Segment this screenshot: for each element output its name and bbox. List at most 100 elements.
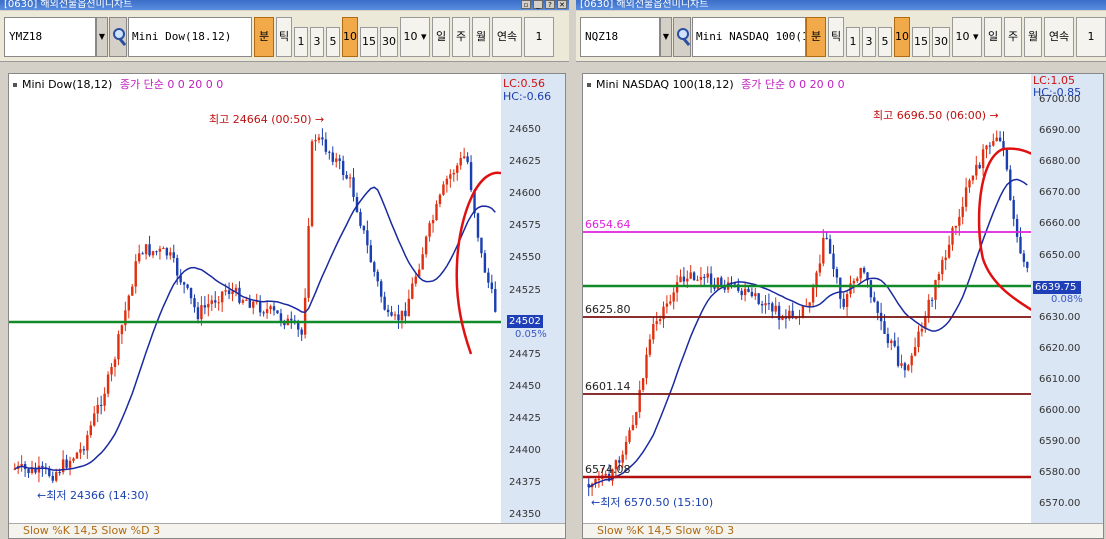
candle-body [944,257,947,261]
interval-button-13[interactable]: 1 [524,17,554,57]
right-price-axis[interactable]: 6700.00 6690.00 6680.00 6670.00 6660.00 6650.… [1031,74,1103,538]
left-indicator-strip[interactable]: Slow %K 14,5 Slow %D 3 [9,523,565,538]
candle-body [981,149,985,169]
interval-button-2[interactable]: 1 [846,27,860,57]
interval-button-10[interactable]: 주 [1004,17,1022,57]
interval-button-11[interactable]: 월 [472,17,490,57]
candle-body [341,160,345,175]
candle-body [290,318,293,321]
candle-body [428,223,431,237]
candle-body [811,287,815,303]
close-icon[interactable]: ✕ [557,0,567,9]
interval-button-1[interactable]: 틱 [828,17,844,57]
interval-button-4[interactable]: 5 [878,27,892,57]
candle-body [743,288,747,296]
candle-body [373,262,376,272]
candle-body [431,220,435,224]
chevron-down-icon[interactable]: ▼ [96,17,108,57]
candle-body [941,260,944,275]
candle-body [348,177,352,179]
right-indicator-strip[interactable]: Slow %K 14,5 Slow %D 3 [583,523,1103,538]
right-chart-area[interactable]: Mini NASDAQ 100(18,12) 종가 단순 0 0 20 0 0 … [582,73,1104,539]
candle-body [628,430,631,442]
axis-tick-label: 6620.00 [1039,342,1081,354]
candle-body [954,225,958,228]
candle-body [951,227,954,245]
help-icon[interactable]: ? [545,0,555,9]
interval-button-8[interactable]: 10 ▾ [400,17,430,57]
candle-body [631,424,635,431]
candle-body [117,334,120,360]
candle-body [252,301,255,308]
interval-button-9[interactable]: 일 [984,17,1002,57]
candle-body [328,151,331,153]
axis-tick-label: 24600 [509,188,541,200]
interval-button-5[interactable]: 10 [342,17,358,57]
interval-button-13[interactable]: 1 [1076,17,1106,57]
search-icon[interactable] [673,17,691,57]
interval-button-11[interactable]: 월 [1024,17,1042,57]
interval-button-7[interactable]: 30 [380,27,398,57]
interval-button-1[interactable]: 틱 [276,17,292,57]
interval-button-8[interactable]: 10 ▾ [952,17,982,57]
candle-body [148,244,151,256]
candle-body [248,299,252,308]
candle-body [279,313,283,321]
candle-body [747,288,750,292]
candle-body [103,393,106,406]
interval-button-6[interactable]: 15 [360,27,378,57]
left-price-axis[interactable]: 2465024625246002457524550245252450024475… [501,74,565,538]
candle-body [438,194,442,204]
right-symbol-input[interactable]: NQZ18 [580,17,660,57]
left-high-label: 최고 24664 (00:50) → [209,113,325,126]
candle-body [852,280,856,284]
candle-body [362,225,366,231]
candle-body [1015,218,1019,237]
interval-button-3[interactable]: 3 [310,27,324,57]
candle-body [120,325,124,335]
interval-button-0[interactable]: 분 [254,17,274,57]
left-symbol-input[interactable]: YMZ18 [4,17,96,57]
interval-button-7[interactable]: 30 [932,27,950,57]
candle-body [144,244,148,255]
candle-body [733,283,737,285]
candle-body [1012,200,1015,219]
candle-body [699,276,703,280]
candle-body [231,291,234,295]
candle-body [859,268,862,279]
axis-tick-label: 24400 [509,445,541,456]
interval-button-5[interactable]: 10 [894,17,910,57]
interval-button-12[interactable]: 연속 [492,17,522,57]
left-title-bar[interactable]: [0630] 해외선물옵션미니차트 ▫ _ ? ✕ [0,0,569,10]
interval-button-6[interactable]: 15 [912,27,930,57]
candle-body [27,469,30,474]
candle-body [682,276,686,282]
interval-button-3[interactable]: 3 [862,27,876,57]
candle-body [771,303,774,312]
interval-button-9[interactable]: 일 [432,17,450,57]
minimize-icon[interactable]: _ [533,0,543,9]
candle-body [345,174,348,179]
chevron-down-icon[interactable]: ▼ [660,17,672,57]
search-icon[interactable] [109,17,127,57]
interval-button-12[interactable]: 연속 [1044,17,1074,57]
candle-body [265,309,269,314]
candle-body [51,475,54,481]
interval-button-4[interactable]: 5 [326,27,340,57]
left-hc-value: HC:-0.66 [503,90,552,103]
candle-body [490,282,494,290]
candle-body [862,268,866,273]
left-chart-area[interactable]: Mini Dow(18,12) 종가 단순 0 0 20 0 0 24650 24… [8,73,566,539]
candle-body [407,298,411,317]
right-current-pct: 0.08% [1051,294,1083,305]
interval-button-10[interactable]: 주 [452,17,470,57]
candle-body [480,237,483,254]
restore-icon[interactable]: ▫ [521,0,531,9]
axis-tick-label: 24550 [509,252,541,264]
interval-button-0[interactable]: 분 [806,17,826,57]
axis-tick-label: 6650.00 [1039,249,1081,261]
candle-body [196,307,200,320]
right-title-bar[interactable]: [0630] 해외선물옵션미니차트 [576,0,1106,10]
interval-button-2[interactable]: 1 [294,27,308,57]
candle-body [162,248,165,250]
